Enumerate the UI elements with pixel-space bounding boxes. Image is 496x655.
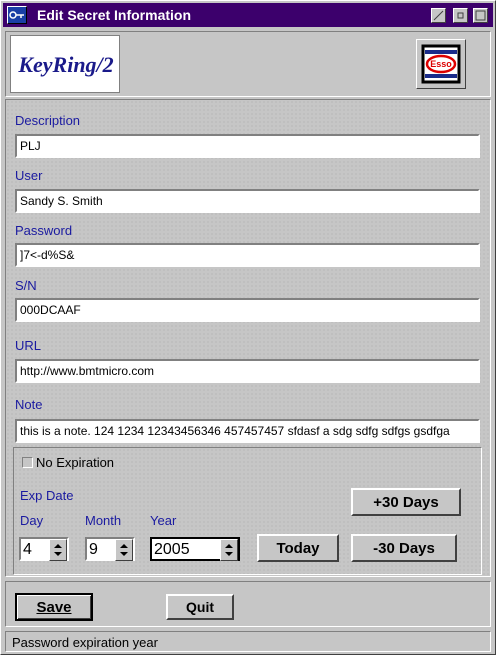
- category-icon-button[interactable]: Esso: [416, 39, 466, 89]
- day-spinner[interactable]: 4: [19, 537, 69, 561]
- system-menu-icon[interactable]: [7, 6, 27, 24]
- spin-arrows-icon: [120, 544, 128, 556]
- spin-arrows-icon: [54, 544, 62, 556]
- hide-icon: [433, 10, 444, 21]
- exp-date-label: Exp Date: [20, 488, 74, 503]
- minus-30-days-button[interactable]: -30 Days: [351, 534, 457, 562]
- url-label: URL: [15, 338, 42, 353]
- minimize-button[interactable]: [453, 8, 468, 23]
- day-label: Day: [20, 513, 44, 528]
- hide-button[interactable]: [431, 8, 446, 23]
- password-field[interactable]: ]7<-d%S&: [15, 243, 480, 267]
- keyring-logo: KeyRing/2: [10, 35, 120, 93]
- year-spinner[interactable]: 2005: [150, 537, 240, 561]
- day-spin-arrows[interactable]: [49, 539, 67, 561]
- logo-text: KeyRing/2: [18, 52, 114, 77]
- description-field[interactable]: PLJ: [15, 134, 480, 158]
- sn-field[interactable]: 000DCAAF: [15, 298, 480, 322]
- password-label: Password: [15, 223, 73, 238]
- month-spin-arrows[interactable]: [115, 539, 133, 561]
- maximize-button[interactable]: [473, 8, 488, 23]
- plus-30-days-button[interactable]: +30 Days: [351, 488, 461, 516]
- user-label: User: [15, 168, 43, 183]
- esso-logo-icon: Esso: [421, 44, 461, 84]
- save-button[interactable]: Save: [15, 593, 93, 621]
- quit-button[interactable]: Quit: [166, 594, 234, 620]
- sn-label: S/N: [15, 278, 37, 293]
- title-bar[interactable]: Edit Secret Information: [3, 3, 493, 27]
- edit-secret-window: Edit Secret Information KeyRing/2 Esso D…: [0, 0, 496, 655]
- window-title: Edit Secret Information: [37, 7, 192, 23]
- spin-arrows-icon: [225, 544, 233, 556]
- note-field[interactable]: this is a note. 124 1234 12343456346 457…: [15, 419, 480, 443]
- minimize-icon: [457, 12, 464, 19]
- svg-text:Esso: Esso: [430, 59, 452, 69]
- year-label: Year: [150, 513, 177, 528]
- month-value[interactable]: 9: [87, 539, 98, 559]
- status-bar: Password expiration year: [5, 631, 491, 652]
- month-label: Month: [85, 513, 122, 528]
- url-field[interactable]: http://www.bmtmicro.com: [15, 359, 480, 383]
- user-field[interactable]: Sandy S. Smith: [15, 189, 480, 213]
- no-expiration-checkbox[interactable]: [22, 457, 33, 468]
- note-label: Note: [15, 397, 43, 412]
- description-label: Description: [15, 113, 81, 128]
- maximize-icon: [475, 10, 486, 21]
- day-value[interactable]: 4: [21, 539, 32, 559]
- no-expiration-label[interactable]: No Expiration: [36, 455, 114, 470]
- year-value[interactable]: 2005: [152, 539, 190, 559]
- today-button[interactable]: Today: [257, 534, 339, 562]
- year-spin-arrows[interactable]: [220, 539, 238, 561]
- month-spinner[interactable]: 9: [85, 537, 135, 561]
